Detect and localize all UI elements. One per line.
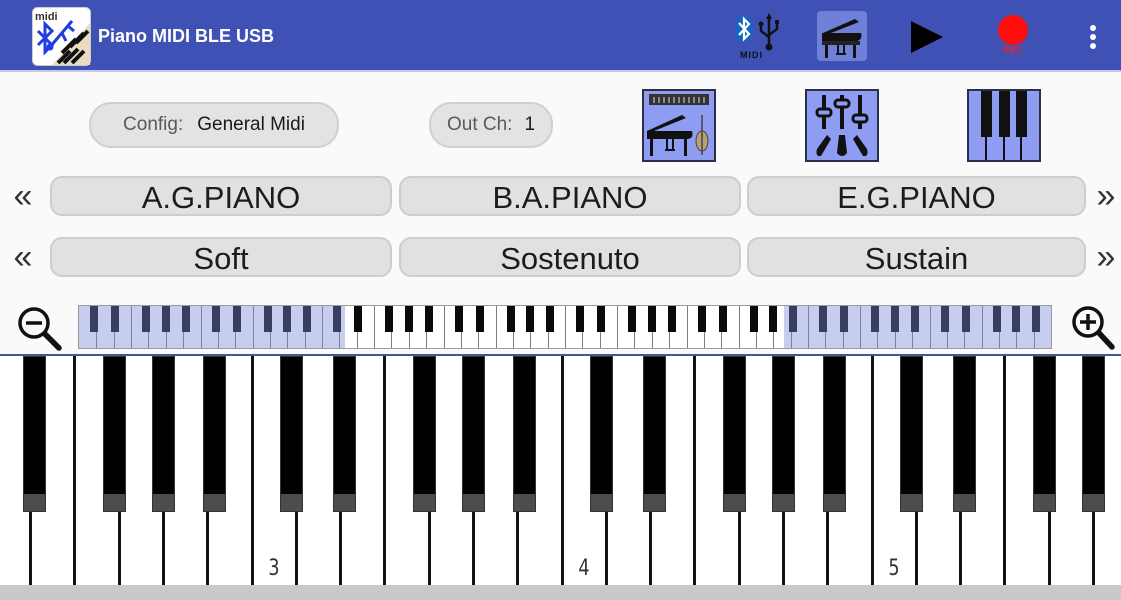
overview-viewport-handle[interactable] <box>345 306 784 348</box>
config-value: General Midi <box>197 114 305 135</box>
octave-label: 3 <box>268 556 280 581</box>
octave-label: 4 <box>578 556 590 581</box>
black-key[interactable] <box>1032 356 1056 512</box>
record-label: REC <box>1002 45 1024 55</box>
keyboard-bottom-strip <box>0 585 1121 600</box>
config-selector[interactable]: Config: General Midi <box>89 102 339 148</box>
out-channel-selector[interactable]: Out Ch: 1 <box>429 102 553 148</box>
pedal-next-button[interactable]: » <box>1091 237 1121 277</box>
play-icon <box>911 21 943 53</box>
black-key[interactable] <box>900 356 924 512</box>
black-key-tip <box>591 494 613 511</box>
pedal-sustain-button[interactable]: Sustain <box>747 237 1086 277</box>
black-key-tip <box>103 494 125 511</box>
black-key-tip <box>281 494 303 511</box>
black-key[interactable] <box>590 356 614 512</box>
black-key-tip <box>203 494 225 511</box>
black-key[interactable] <box>412 356 436 512</box>
black-key[interactable] <box>722 356 746 512</box>
black-key-tip <box>823 494 845 511</box>
config-label: Config: <box>123 114 184 135</box>
black-key[interactable] <box>1082 356 1106 512</box>
keys-layout-button[interactable] <box>967 89 1041 162</box>
black-key-tip <box>644 494 666 511</box>
black-key-tip <box>333 494 355 511</box>
black-key-tip <box>901 494 923 511</box>
black-key-tip <box>513 494 535 511</box>
black-key[interactable] <box>953 356 977 512</box>
black-key-tip <box>723 494 745 511</box>
black-key[interactable] <box>643 356 667 512</box>
black-key-tip <box>152 494 174 511</box>
mixer-pedals-button[interactable] <box>805 89 879 162</box>
keys-layout-icon <box>981 91 1027 160</box>
app-logo-midi-piano-icon: midi <box>32 7 91 66</box>
black-key-tip <box>462 494 484 511</box>
black-key[interactable] <box>822 356 846 512</box>
black-key[interactable] <box>151 356 175 512</box>
black-key-tip <box>23 494 45 511</box>
pedal-prev-button[interactable]: « <box>8 237 38 277</box>
zoom-out-button[interactable] <box>14 303 64 353</box>
svg-text:midi: midi <box>35 11 58 23</box>
instrument-button[interactable]: A.G.PIANO <box>50 176 392 216</box>
overview-offscreen-mask-right <box>784 306 1051 348</box>
white-key-divider <box>693 356 697 600</box>
keyboard-overview[interactable] <box>78 305 1052 349</box>
zoom-out-icon <box>18 307 62 351</box>
white-key-divider <box>560 356 564 600</box>
instrument-next-button[interactable]: » <box>1091 176 1121 216</box>
app-toolbar: midi Piano MIDI BLE USB MIDI REC <box>0 0 1121 72</box>
black-key[interactable] <box>102 356 126 512</box>
record-button[interactable]: REC <box>992 14 1034 60</box>
black-key[interactable] <box>280 356 304 512</box>
zoom-in-button[interactable] <box>1066 301 1116 351</box>
out-channel-label: Out Ch: <box>446 114 513 135</box>
white-key-divider <box>383 356 387 600</box>
instrument-button[interactable]: B.A.PIANO <box>399 176 741 216</box>
black-key-tip <box>772 494 794 511</box>
white-key-divider <box>73 356 77 600</box>
overview-offscreen-mask-left <box>79 306 345 348</box>
white-key-divider <box>870 356 874 600</box>
instrument-prev-button[interactable]: « <box>8 176 38 216</box>
instrument-sound-button[interactable] <box>642 89 716 162</box>
record-icon <box>998 15 1028 45</box>
grand-piano-icon <box>822 19 862 58</box>
overflow-menu-button[interactable] <box>1082 20 1104 54</box>
overflow-menu-icon <box>1090 25 1096 49</box>
black-key[interactable] <box>332 356 356 512</box>
app-title: Piano MIDI BLE USB <box>98 26 275 46</box>
out-channel-value: 1 <box>524 114 536 135</box>
grand-piano-button[interactable] <box>817 11 867 61</box>
black-key[interactable] <box>202 356 226 512</box>
bluetooth-usb-midi-icon[interactable]: MIDI <box>733 11 787 63</box>
black-key-tip <box>954 494 976 511</box>
black-key[interactable] <box>22 356 46 512</box>
black-key-tip <box>1083 494 1105 511</box>
pedal-soft-button[interactable]: Soft <box>50 237 392 277</box>
white-key-divider <box>250 356 254 600</box>
midi-label: MIDI <box>740 50 763 60</box>
pedal-sostenuto-button[interactable]: Sostenuto <box>399 237 741 277</box>
black-key-tip <box>413 494 435 511</box>
white-key-divider <box>1003 356 1007 600</box>
black-key[interactable] <box>461 356 485 512</box>
instrument-button[interactable]: E.G.PIANO <box>747 176 1086 216</box>
play-button[interactable] <box>906 18 948 56</box>
instrument-sound-icon <box>647 94 709 156</box>
zoom-in-icon <box>1072 306 1115 350</box>
black-key-tip <box>1033 494 1055 511</box>
black-key[interactable] <box>512 356 536 512</box>
octave-label: 5 <box>888 556 900 581</box>
mixer-pedals-icon <box>815 95 869 157</box>
black-key[interactable] <box>771 356 795 512</box>
piano-keyboard[interactable]: 3 4 5 <box>0 356 1121 600</box>
